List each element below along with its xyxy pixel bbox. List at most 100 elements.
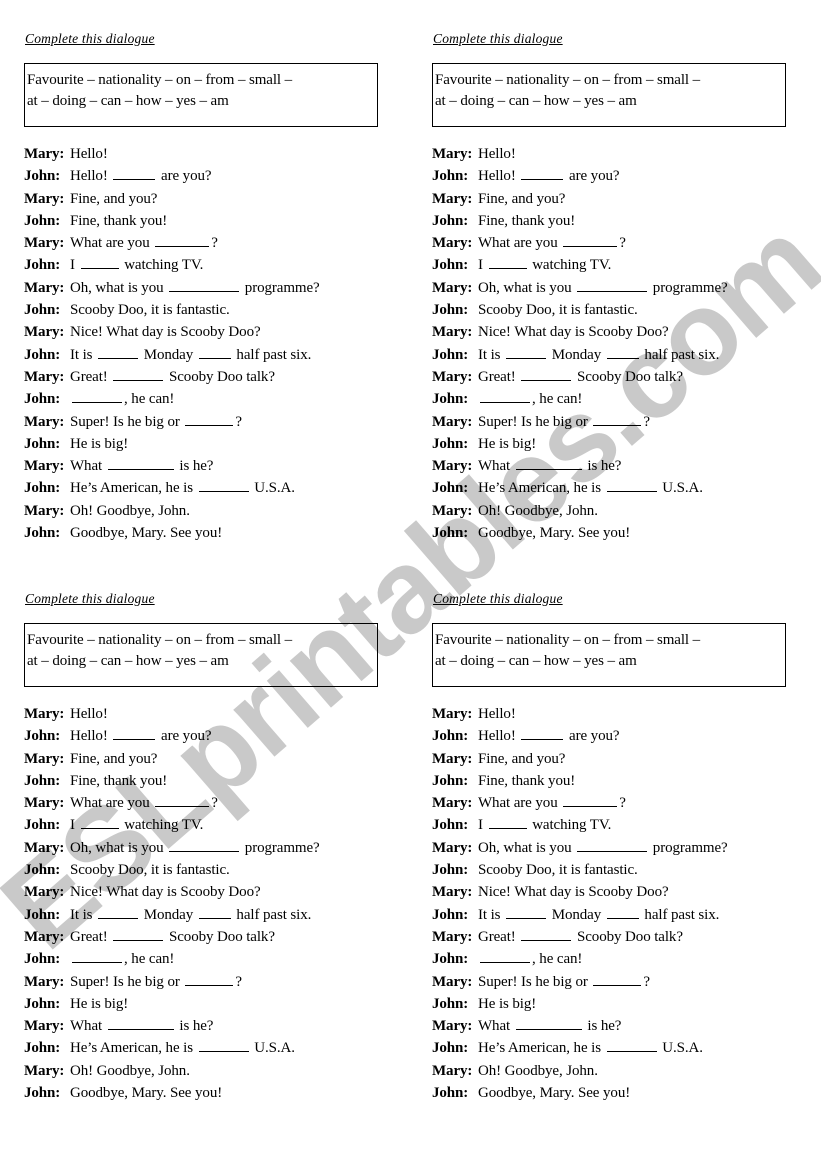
dialogue-text: Goodbye, Mary. See you!	[478, 525, 631, 542]
answer-blank[interactable]	[98, 905, 139, 919]
dialogue-line: John: He’s American, he is U.S.A.	[432, 477, 821, 499]
answer-blank[interactable]	[506, 905, 547, 919]
answer-blank[interactable]	[593, 412, 642, 426]
dialogue-speaker-label: John:	[24, 212, 61, 229]
dialogue-text: Nice! What day is Scooby Doo?	[70, 324, 261, 341]
answer-blank[interactable]	[606, 1039, 657, 1053]
dialogue-line: Mary: What are you ?	[24, 792, 419, 814]
dialogue-utterance: Super! Is he big or ?	[70, 974, 242, 990]
word-bank-line: at – doing – can – how – yes – am	[27, 653, 229, 669]
dialogue-speaker-label: Mary:	[432, 190, 473, 207]
answer-blank[interactable]	[198, 1039, 249, 1053]
dialogue-speaker-label: John:	[432, 480, 469, 497]
answer-blank[interactable]	[198, 905, 231, 919]
dialogue-speaker-label: Mary:	[432, 973, 473, 990]
dialogue-utterance: Super! Is he big or ?	[478, 974, 650, 990]
word-bank-line: Favourite – nationality – on – from – sm…	[435, 72, 701, 88]
answer-blank[interactable]	[606, 905, 639, 919]
answer-blank[interactable]	[107, 1017, 174, 1031]
answer-blank[interactable]	[169, 838, 240, 852]
dialogue-text: I	[70, 257, 79, 274]
dialogue-line: John: He’s American, he is U.S.A.	[432, 1037, 821, 1059]
dialogue-text: Scooby Doo, it is fantastic.	[478, 302, 638, 319]
dialogue-text: is he?	[583, 458, 622, 475]
dialogue-text: are you?	[157, 728, 212, 745]
dialogue-text: Oh, what is you	[70, 279, 168, 296]
answer-blank[interactable]	[80, 816, 119, 830]
dialogue-text: ?	[643, 973, 650, 990]
answer-blank[interactable]	[72, 390, 122, 404]
answer-blank[interactable]	[488, 256, 527, 270]
answer-blank[interactable]	[198, 345, 231, 359]
dialogue-line: Mary: Nice! What day is Scooby Doo?	[24, 321, 419, 343]
dialogue-text: watching TV.	[528, 817, 612, 834]
answer-blank[interactable]	[515, 457, 582, 471]
dialogue-speaker-label: Mary:	[24, 279, 65, 296]
answer-blank[interactable]	[488, 816, 527, 830]
dialogue-text: Nice! What day is Scooby Doo?	[478, 324, 669, 341]
answer-blank[interactable]	[606, 345, 639, 359]
dialogue-line: John: It is Monday half past six.	[24, 904, 419, 926]
answer-blank[interactable]	[113, 928, 164, 941]
answer-blank[interactable]	[113, 368, 164, 381]
dialogue-utterance: What are you ?	[70, 795, 218, 811]
answer-blank[interactable]	[521, 167, 564, 181]
answer-blank[interactable]	[80, 256, 119, 270]
dialogue-text: Goodbye, Mary. See you!	[70, 1085, 223, 1102]
dialogue-line: Mary: What are you ?	[432, 232, 821, 254]
dialogue-text: Hello!	[478, 146, 516, 162]
dialogue-line: John: Fine, thank you!	[432, 210, 821, 232]
answer-blank[interactable]	[185, 972, 234, 986]
dialogue-line: John: Goodbye, Mary. See you!	[24, 522, 419, 544]
answer-blank[interactable]	[155, 234, 210, 248]
dialogue-utterance: Great! Scooby Doo talk?	[70, 929, 275, 945]
answer-blank[interactable]	[72, 950, 122, 964]
dialogue-speaker-label: Mary:	[432, 146, 473, 162]
dialogue-text: What are you	[70, 795, 154, 812]
answer-blank[interactable]	[480, 950, 530, 964]
dialogue-speaker-label: John:	[24, 525, 61, 542]
answer-blank[interactable]	[155, 794, 210, 808]
answer-blank[interactable]	[577, 278, 648, 292]
answer-blank[interactable]	[593, 972, 642, 986]
dialogue-text: are you?	[157, 168, 212, 185]
answer-blank[interactable]	[198, 479, 249, 493]
answer-blank[interactable]	[563, 234, 618, 248]
answer-blank[interactable]	[521, 928, 572, 941]
answer-blank[interactable]	[113, 167, 156, 181]
answer-blank[interactable]	[515, 1017, 582, 1031]
answer-blank[interactable]	[113, 727, 156, 741]
answer-blank[interactable]	[107, 457, 174, 471]
dialogue-utterance: , he can!	[478, 391, 582, 407]
worksheet-heading: Complete this dialogue	[25, 591, 155, 606]
answer-blank[interactable]	[577, 838, 648, 852]
dialogue-speaker-label: Mary:	[24, 413, 65, 430]
dialogue-utterance: Scooby Doo, it is fantastic.	[70, 302, 230, 318]
dialogue-speaker-label: Mary:	[24, 235, 65, 252]
dialogue-line: John: He is big!	[24, 433, 419, 455]
dialogue-text: Scooby Doo, it is fantastic.	[70, 302, 230, 319]
answer-blank[interactable]	[480, 390, 530, 404]
dialogue-line: John: , he can!	[432, 388, 821, 410]
dialogue-text: , he can!	[124, 391, 175, 408]
dialogue-utterance: Goodbye, Mary. See you!	[70, 1085, 222, 1101]
answer-blank[interactable]	[606, 479, 657, 493]
dialogue-speaker-label: John:	[432, 1040, 469, 1057]
dialogue-list: Mary: Hello! John: Hello! are you? Mary: Fine…	[432, 143, 821, 544]
answer-blank[interactable]	[98, 345, 139, 359]
answer-blank[interactable]	[169, 278, 240, 292]
dialogue-speaker-label: Mary:	[24, 146, 65, 162]
answer-blank[interactable]	[521, 727, 564, 741]
answer-blank[interactable]	[521, 368, 572, 381]
dialogue-line: Mary: What is he?	[432, 1015, 821, 1037]
dialogue-text: half past six.	[640, 346, 720, 363]
dialogue-line: Mary: What is he?	[432, 455, 821, 477]
word-bank-line: at – doing – can – how – yes – am	[435, 93, 637, 109]
answer-blank[interactable]	[185, 412, 234, 426]
dialogue-line: Mary: Hello!	[24, 143, 419, 165]
answer-blank[interactable]	[563, 794, 618, 808]
dialogue-utterance: Great! Scooby Doo talk?	[478, 369, 683, 385]
answer-blank[interactable]	[506, 345, 547, 359]
dialogue-text: He is big!	[478, 435, 537, 452]
dialogue-speaker-label: John:	[432, 862, 469, 879]
